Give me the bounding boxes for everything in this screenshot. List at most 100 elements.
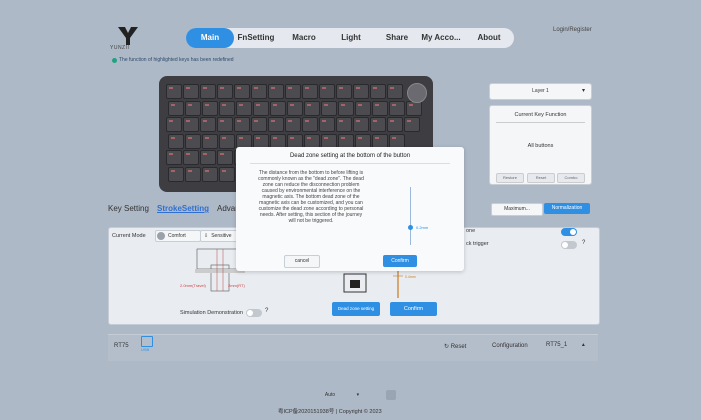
keyboard-key[interactable] <box>219 166 235 182</box>
simulation-toggle[interactable] <box>246 309 262 317</box>
keyboard-key[interactable] <box>387 84 403 99</box>
volume-knob[interactable] <box>407 83 427 103</box>
keyboard-key[interactable] <box>287 100 303 116</box>
keyboard-key[interactable] <box>200 150 216 165</box>
comfort-mode-button[interactable]: Comfort <box>155 230 201 242</box>
thumbs-up-icon[interactable] <box>386 390 396 400</box>
keyboard-key[interactable] <box>285 117 301 132</box>
keyboard-key[interactable] <box>200 117 216 132</box>
dead-zone-setting-button[interactable]: Dead zone setting <box>332 302 380 316</box>
keyboard-key[interactable] <box>319 84 335 99</box>
keyboard-key[interactable] <box>217 84 233 99</box>
keyboard-key[interactable] <box>183 150 199 165</box>
tab-stroke-setting[interactable]: StrokeSetting <box>157 204 209 213</box>
keyboard-key[interactable] <box>285 84 301 99</box>
usb-icon[interactable] <box>141 336 153 347</box>
cancel-button[interactable]: cancel <box>284 255 320 268</box>
tab-key-setting[interactable]: Key Setting <box>108 204 149 213</box>
keyboard-key[interactable] <box>370 117 386 132</box>
help-icon[interactable]: ? <box>265 308 268 314</box>
keyboard-key[interactable] <box>321 100 337 116</box>
keyboard-key[interactable] <box>166 150 182 165</box>
keyboard-key[interactable] <box>302 117 318 132</box>
keyboard-key[interactable] <box>251 117 267 132</box>
keyboard-key[interactable] <box>217 117 233 132</box>
keyboard-key[interactable] <box>202 133 218 149</box>
config-select[interactable]: RT75_1 ▲ <box>546 342 586 348</box>
keyboard-key[interactable] <box>302 84 318 99</box>
keyboard-key[interactable] <box>304 100 320 116</box>
keyboard-key[interactable] <box>185 133 201 149</box>
keyboard-key[interactable] <box>389 100 405 116</box>
keyboard-key[interactable] <box>219 133 235 149</box>
nav-share[interactable]: Share <box>374 28 420 48</box>
switch-icon <box>343 273 367 293</box>
stroke-confirm-button[interactable]: Confirm <box>390 302 437 316</box>
keyboard-key[interactable] <box>168 133 184 149</box>
keyboard-key[interactable] <box>319 117 335 132</box>
current-key-function-panel: Current Key Function All buttons Restore… <box>489 105 592 185</box>
device-label: RT75 <box>114 343 129 349</box>
slider-handle[interactable] <box>408 225 413 230</box>
keyboard-key[interactable] <box>387 117 403 132</box>
maximum-button[interactable]: Maximum... <box>491 203 543 216</box>
keyboard-key[interactable] <box>370 84 386 99</box>
keyboard-key[interactable] <box>217 150 233 165</box>
keyboard-key[interactable] <box>372 100 388 116</box>
refresh-icon: ↻ <box>444 344 450 350</box>
nav-macro[interactable]: Macro <box>280 28 328 48</box>
help-icon[interactable]: ? <box>582 240 585 246</box>
nav-my-account[interactable]: My Acco... <box>418 28 464 48</box>
sensitive-mode-button[interactable]: ⇩ Sensitive <box>200 230 238 242</box>
dead-zone-slider[interactable] <box>410 187 411 245</box>
keyboard-key[interactable] <box>166 117 182 132</box>
keyboard-key[interactable] <box>185 100 201 116</box>
option1-toggle[interactable] <box>561 228 577 236</box>
keyboard-key[interactable] <box>336 84 352 99</box>
keyboard-key[interactable] <box>166 84 182 99</box>
keyboard-key[interactable] <box>268 84 284 99</box>
keyboard-key[interactable] <box>236 100 252 116</box>
combo-button[interactable]: Combo <box>557 173 585 183</box>
keyboard-key[interactable] <box>336 117 352 132</box>
keyboard-key[interactable] <box>234 84 250 99</box>
keyboard-key[interactable] <box>219 100 235 116</box>
nav-light[interactable]: Light <box>328 28 374 48</box>
keyboard-key[interactable] <box>234 117 250 132</box>
configuration-link[interactable]: Configuration <box>492 343 528 349</box>
nav-about[interactable]: About <box>466 28 512 48</box>
keyboard-key[interactable] <box>355 100 371 116</box>
normalization-button[interactable]: Normalization <box>544 203 590 214</box>
nav-fnsetting[interactable]: FnSetting <box>234 28 278 48</box>
language-select[interactable]: Auto ▾ <box>300 391 384 400</box>
chevron-down-icon: ▾ <box>356 392 360 398</box>
keyboard-key[interactable] <box>185 166 201 182</box>
keyboard-key[interactable] <box>183 117 199 132</box>
keyboard-key[interactable] <box>200 84 216 99</box>
confirm-button[interactable]: Confirm <box>383 255 417 267</box>
keyboard-key[interactable] <box>353 117 369 132</box>
keyboard-key[interactable] <box>353 84 369 99</box>
layer-select[interactable]: Layer 1 ▾ <box>489 83 592 100</box>
copyright: 粤ICP备2020151938号 | Copyright © 2023 <box>278 409 382 415</box>
keyboard-key[interactable] <box>202 100 218 116</box>
keyboard-key[interactable] <box>202 166 218 182</box>
status-dot-icon <box>112 57 117 63</box>
reset-link[interactable]: ↻ Reset <box>444 343 466 350</box>
keyboard-key[interactable] <box>168 166 184 182</box>
keyboard-key[interactable] <box>168 100 184 116</box>
nav-main[interactable]: Main <box>186 28 234 48</box>
restore-button[interactable]: Restore <box>496 173 524 183</box>
reset-key-button[interactable]: Reset <box>527 173 555 183</box>
keyboard-key[interactable] <box>253 100 269 116</box>
keyboard-key[interactable] <box>251 84 267 99</box>
login-register-link[interactable]: Login/Register <box>553 27 592 33</box>
keyboard-key[interactable] <box>183 84 199 99</box>
keyboard-key[interactable] <box>270 100 286 116</box>
keyboard-key[interactable] <box>338 100 354 116</box>
keyboard-key[interactable] <box>404 117 420 132</box>
keyboard-key[interactable] <box>268 117 284 132</box>
quick-trigger-toggle[interactable] <box>561 241 577 249</box>
usb-label: USB <box>141 347 150 352</box>
redefined-notice: The function of highlighted keys has bee… <box>112 57 234 63</box>
